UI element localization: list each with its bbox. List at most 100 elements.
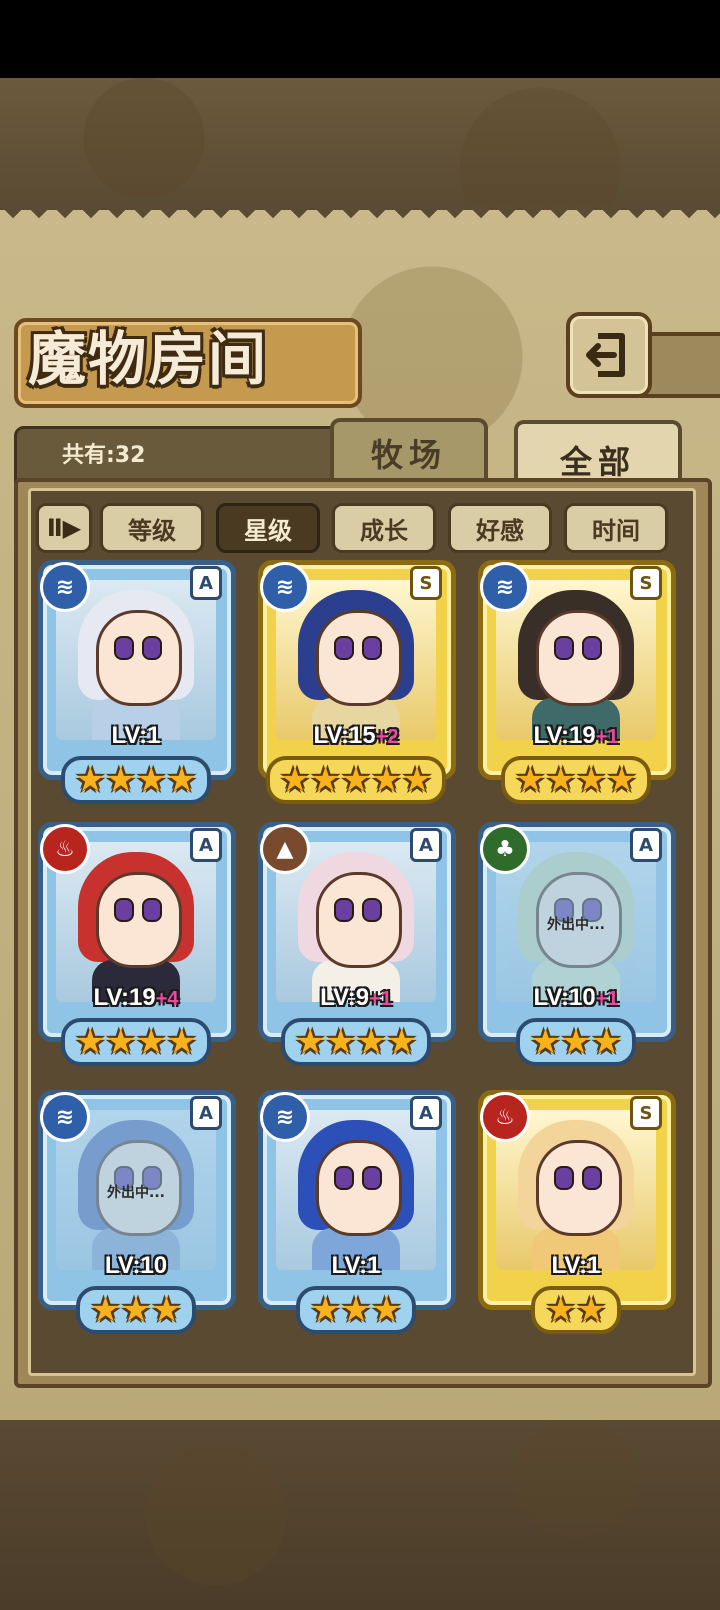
away-status: 外出中...: [107, 1185, 165, 1201]
star-icon: ★: [340, 1290, 372, 1330]
star-icon: ★: [591, 1022, 622, 1062]
rank-badge: A: [410, 1096, 442, 1130]
star-icon: ★: [530, 1022, 561, 1062]
level-label: LV:19+1: [478, 722, 674, 750]
level-label: LV:10: [38, 1252, 234, 1280]
rank-badge: S: [630, 566, 662, 600]
sort-order-toggle[interactable]: Ⅱ▶: [36, 503, 92, 553]
rank-badge: S: [630, 1096, 662, 1130]
level-bonus: +2: [375, 726, 399, 748]
level-label: LV:1: [38, 722, 234, 750]
level-value: LV:19: [93, 984, 156, 1011]
level-bonus: +1: [595, 726, 619, 748]
star-icon: ★: [386, 1022, 417, 1062]
monster-card[interactable]: ≋ A LV:1 ★ ★ ★ ★: [38, 560, 236, 804]
sort-star-button[interactable]: 星级: [216, 503, 320, 553]
back-rail: [640, 332, 720, 398]
fire-element-icon: ♨: [480, 1092, 530, 1142]
star-rating: ★ ★ ★ ★: [281, 1018, 431, 1066]
star-icon: ★: [166, 1022, 197, 1062]
sort-time-button[interactable]: 时间: [564, 503, 668, 553]
star-icon: ★: [151, 1290, 182, 1330]
sort-level-button[interactable]: 等级: [100, 503, 204, 553]
level-bonus: +1: [369, 988, 392, 1010]
star-icon: ★: [371, 760, 402, 800]
water-element-icon: ≋: [260, 562, 310, 612]
level-value: LV:9: [320, 984, 370, 1011]
star-icon: ★: [75, 760, 106, 800]
monster-card[interactable]: ♣ A 外出中... LV:10+1 ★ ★ ★: [478, 822, 676, 1066]
star-icon: ★: [545, 760, 576, 800]
back-arrow-icon: [586, 333, 625, 377]
rank-badge: A: [410, 828, 442, 862]
star-icon: ★: [371, 1290, 402, 1330]
level-label: LV:1: [258, 1252, 454, 1280]
water-element-icon: ≋: [480, 562, 530, 612]
level-value: LV:1: [331, 1252, 381, 1279]
star-icon: ★: [90, 1290, 121, 1330]
star-icon: ★: [105, 1022, 136, 1062]
star-icon: ★: [576, 1290, 607, 1330]
level-label: LV:15+2: [258, 722, 454, 750]
star-rating: ★ ★ ★ ★: [61, 1018, 211, 1066]
level-label: LV:9+1: [258, 984, 454, 1012]
star-icon: ★: [105, 760, 136, 800]
rank-badge: A: [190, 1096, 222, 1130]
star-icon: ★: [340, 760, 372, 800]
water-element-icon: ≋: [40, 562, 90, 612]
star-icon: ★: [515, 760, 546, 800]
star-rating: ★ ★: [531, 1286, 621, 1334]
star-rating: ★ ★ ★: [516, 1018, 636, 1066]
level-bonus: +4: [155, 988, 179, 1010]
level-value: LV:15: [313, 722, 376, 749]
star-rating: ★ ★ ★ ★: [501, 756, 651, 804]
star-icon: ★: [136, 760, 167, 800]
rank-badge: A: [630, 828, 662, 862]
rank-badge: A: [190, 566, 222, 600]
rank-badge: A: [190, 828, 222, 862]
star-icon: ★: [606, 760, 637, 800]
star-icon: ★: [310, 1290, 341, 1330]
water-element-icon: ≋: [40, 1092, 90, 1142]
status-bar-area: [0, 0, 720, 78]
star-icon: ★: [279, 760, 311, 800]
monster-card[interactable]: ≋ A 外出中... LV:10 ★ ★ ★: [38, 1090, 236, 1334]
monster-card[interactable]: ≋ A LV:1 ★ ★ ★: [258, 1090, 456, 1334]
level-label: LV:1: [478, 1252, 674, 1280]
total-count: 共有:32: [62, 443, 146, 468]
level-value: LV:1: [551, 1252, 601, 1279]
star-rating: ★ ★ ★: [76, 1286, 196, 1334]
monster-card[interactable]: ≋ S LV:19+1 ★ ★ ★ ★: [478, 560, 676, 804]
monster-card[interactable]: ▲ A LV:9+1 ★ ★ ★ ★: [258, 822, 456, 1066]
star-icon: ★: [295, 1022, 326, 1062]
sort-affection-button[interactable]: 好感: [448, 503, 552, 553]
star-icon: ★: [166, 760, 197, 800]
star-icon: ★: [325, 1022, 356, 1062]
water-element-icon: ≋: [260, 1092, 310, 1142]
level-value: LV:10: [104, 1252, 168, 1279]
star-icon: ★: [560, 1022, 592, 1062]
star-rating: ★ ★ ★ ★ ★: [266, 756, 446, 804]
star-rating: ★ ★ ★: [296, 1286, 416, 1334]
page-title: 魔物房间: [28, 325, 269, 393]
star-icon: ★: [75, 1022, 106, 1062]
earth-element-icon: ▲: [260, 824, 310, 874]
tab-ranch[interactable]: 牧场: [330, 418, 488, 484]
back-button[interactable]: [566, 312, 652, 398]
fire-element-icon: ♨: [40, 824, 90, 874]
level-bonus: +1: [595, 988, 619, 1010]
monster-card[interactable]: ♨ S LV:1 ★ ★: [478, 1090, 676, 1334]
star-icon: ★: [545, 1290, 576, 1330]
level-label: LV:10+1: [478, 984, 674, 1012]
star-icon: ★: [310, 760, 341, 800]
monster-card[interactable]: ≋ S LV:15+2 ★ ★ ★ ★ ★: [258, 560, 456, 804]
level-value: LV:1: [111, 722, 161, 749]
map-background-bottom: [0, 1420, 720, 1610]
monster-card[interactable]: ♨ A LV:19+4 ★ ★ ★ ★: [38, 822, 236, 1066]
star-icon: ★: [401, 760, 433, 800]
level-label: LV:19+4: [38, 984, 234, 1012]
away-status: 外出中...: [547, 917, 605, 933]
star-icon: ★: [576, 760, 607, 800]
sort-growth-button[interactable]: 成长: [332, 503, 436, 553]
star-icon: ★: [136, 1022, 167, 1062]
